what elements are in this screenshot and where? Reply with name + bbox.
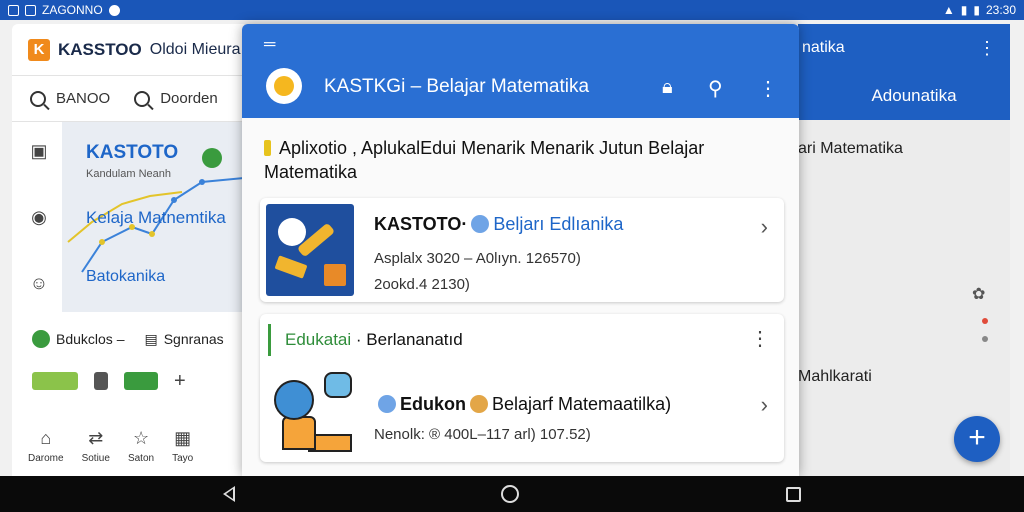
status-text: ZAGONNO [42,3,103,17]
background-app-left[interactable]: K KASSTOO Oldoi Mieura BANOO Doorden ▣ ◉… [12,24,244,476]
clock: 23:30 [985,3,1016,17]
chevron-right-icon[interactable]: › [761,392,768,418]
search-icon[interactable]: ⚲ [708,76,723,101]
robot-icon[interactable]: ☺ [28,272,50,294]
left-search-label-2: Doorden [160,90,218,107]
star-icon: ☆ [132,428,150,448]
right-app-text-2: Mahlkarati [798,368,872,385]
scoreboard-icon[interactable] [124,372,158,390]
notification-icon [8,4,19,16]
search-icon [30,90,46,107]
row-item-2[interactable]: Sgnranas [164,331,224,347]
card-meta-2: 2ookd.4 2130) [374,276,470,293]
main-header: ═ KASTKGi – Belajar Matematika 🔒︎ ⚲ ⋮ [242,24,799,118]
overflow-menu-icon[interactable]: ⋮ [978,38,996,59]
left-app-bottom-nav: ⌂ Darome ⇄ Sotiue ☆ Saton ▦ Tayo [28,424,238,476]
indicator-dot [982,336,988,342]
category-icon [32,330,50,348]
status-bar: ZAGONNO ▲ ▮ ▮ 23:30 [0,0,1024,20]
overflow-menu-icon[interactable]: ⋮ [758,76,778,101]
chevron-right-icon[interactable]: › [761,214,768,240]
bar-icon[interactable] [94,372,108,390]
home-icon[interactable] [501,485,520,503]
bottom-item-4[interactable]: ▦ Tayo [172,428,193,476]
app-badge-icon [378,395,396,413]
indicator-dot [982,318,988,324]
system-nav-bar [0,476,1024,512]
bottom-item-home[interactable]: ⌂ Darome [28,428,64,476]
left-app-header: K KASSTOO Oldoi Mieura [12,24,244,76]
card-thumbnail [266,204,354,296]
left-search-label: BANOO [56,90,111,107]
gallery-icon [25,4,36,16]
highlight-marker-icon [264,140,271,156]
drag-handle-icon[interactable]: ═ [264,36,275,54]
compass-icon[interactable]: ◉ [28,206,50,228]
card-title: Edukon Belajarf Matemaatilka) [374,394,671,415]
right-app-title: natika [802,39,845,56]
left-app-search-bar[interactable]: BANOO Doorden [12,76,244,122]
overflow-menu-icon[interactable]: ⋮ [750,326,770,351]
main-title: KASTKGi – Belajar Matematika [324,76,590,97]
intro-text: Aplixotio , AplukalEdui Menarik Menarik … [264,138,705,182]
background-app-right[interactable]: natika ⋮ Adounatika ari Matematika ✿ Mah… [798,24,1010,476]
right-app-tab[interactable]: Adounatika [798,72,1010,120]
left-app-row: Bdukclos – ▤ Sgnranas [12,324,244,354]
app-logo-icon: K [28,38,50,61]
row-item-1[interactable]: Bdukclos – [56,331,124,347]
left-app-icon-row: + [32,371,192,391]
left-app-brand-suffix: Oldoi Mieura [149,40,241,58]
left-app-brand: KASSTOO [58,39,142,59]
grid-icon: ▦ [174,428,192,448]
battery-icon: ▮ [973,3,980,17]
hero-line-3: Batokanika [86,268,166,285]
bottom-item-2[interactable]: ⇄ Sotiue [82,428,110,476]
badge-icon[interactable] [32,372,78,390]
section-header: Edukatai · Berlananatıd [268,324,463,356]
search-icon [134,90,151,107]
wifi-icon: ▲ [942,3,955,17]
app-badge-icon [470,395,488,413]
right-app-text-1: ari Matematika [798,140,903,157]
left-app-sidebar: ▣ ◉ ☺ [12,122,62,322]
card-thumbnail [272,372,356,454]
bottom-item-3[interactable]: ☆ Saton [128,428,154,476]
hero-line-2: Kelaja Matnemtika [86,208,226,227]
app-card-edukon[interactable]: Edukatai · Berlananatıd ⋮ Edukon Belajarf… [260,314,784,462]
swap-icon: ⇄ [88,428,104,448]
add-fab-button[interactable]: + [954,416,1000,462]
back-icon[interactable] [223,486,236,502]
card-meta-1: Nenolk: ® 400L–117 arl) 107.52) [374,426,591,443]
signal-icon: ▮ [960,3,968,17]
app-card-kastoto[interactable]: KASTOTO· Beljarı Edlıanika Asplalx 3020 –… [260,198,784,302]
recents-icon[interactable] [785,486,801,502]
left-app-hero: KASTOTO Kandulam Neanh Kelaja Matnemtika… [62,122,244,312]
lightbulb-logo-icon [266,68,302,104]
list-icon: ▤ [144,330,158,347]
card-title: KASTOTO· Beljarı Edlıanika [374,214,624,234]
card-meta-1: Asplalx 3020 – A0lıyn. 126570) [374,250,581,267]
main-body: Aplixotio , AplukalEdui Menarik Menarik … [242,118,799,476]
hero-subtitle: Kandulam Neanh [86,168,172,180]
main-window[interactable]: ═ KASTKGi – Belajar Matematika 🔒︎ ⚲ ⋮ Ap… [242,24,799,476]
app-badge-icon [471,215,490,233]
add-icon[interactable]: + [174,371,192,391]
hero-title: KASTOTO [86,142,179,163]
whatsapp-icon [108,4,120,16]
clipboard-icon[interactable]: ▣ [28,140,50,162]
lock-icon[interactable]: 🔒︎ [662,76,673,99]
home-icon: ⌂ [40,428,52,448]
gear-icon[interactable]: ✿ [972,284,985,304]
